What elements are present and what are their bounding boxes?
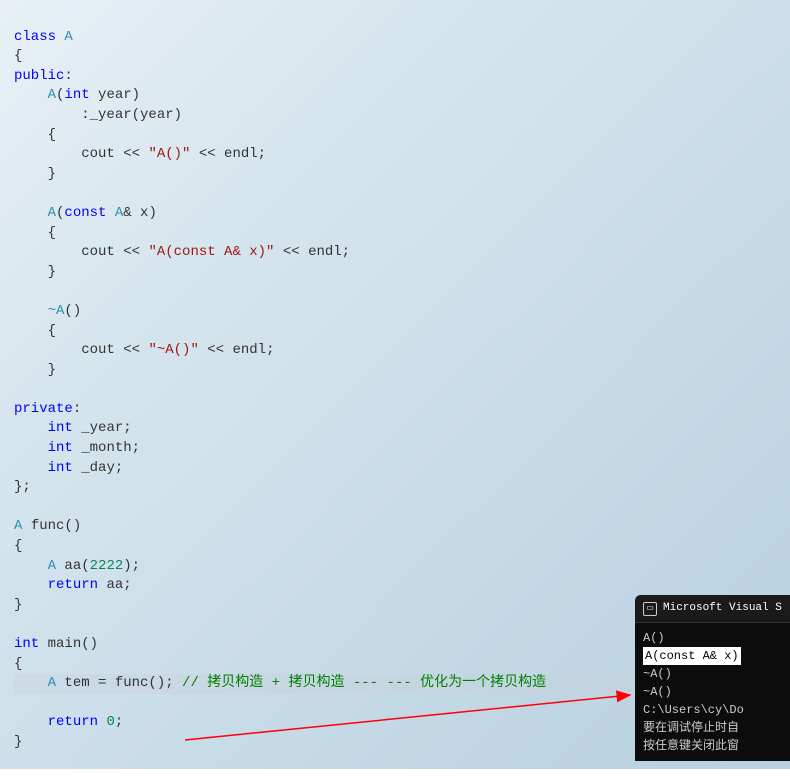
console-line: A(const A& x) [643,647,782,665]
code-line: } [14,264,56,280]
code-line: private: [14,401,81,417]
code-line: { [14,323,56,339]
code-line: A aa(2222); [14,558,140,574]
code-line: } [14,734,22,750]
code-line [14,185,22,201]
code-line: :_year(year) [14,107,182,123]
console-line: A() [643,629,782,647]
code-line: }; [14,479,31,495]
code-line: { [14,127,56,143]
code-line [14,616,22,632]
code-line [14,381,22,397]
code-line: { [14,48,22,64]
code-line: int _month; [14,440,140,456]
code-line: class A [14,29,73,45]
code-line: int main() [14,636,98,652]
console-title-text: Microsoft Visual S [663,601,782,616]
highlighted-line: A tem = func(); // 拷贝构造 + 拷贝构造 --- --- 优… [14,674,654,694]
console-line: 按任意键关闭此窗 [643,737,782,755]
code-line: int _year; [14,420,132,436]
console-output: A() A(const A& x) ~A() ~A() C:\Users\cy\… [635,623,790,761]
code-line [14,695,22,711]
code-line: { [14,656,22,672]
console-line: C:\Users\cy\Do [643,701,782,719]
code-line [14,283,22,299]
console-line: 要在调试停止时自 [643,719,782,737]
code-line: cout << "A()" << endl; [14,146,266,162]
code-line: ~A() [14,303,81,319]
console-line: ~A() [643,665,782,683]
code-line: } [14,166,56,182]
vs-icon: ▭ [643,602,657,616]
code-line: } [14,597,22,613]
console-window[interactable]: ▭ Microsoft Visual S A() A(const A& x) ~… [635,595,790,761]
code-line: A func() [14,518,81,534]
code-line: public: [14,68,73,84]
code-line: cout << "A(const A& x)" << endl; [14,244,350,260]
code-line: A(const A& x) [14,205,157,221]
console-line: ~A() [643,683,782,701]
code-line: cout << "~A()" << endl; [14,342,274,358]
code-line: } [14,362,56,378]
code-line: return aa; [14,577,132,593]
console-titlebar[interactable]: ▭ Microsoft Visual S [635,595,790,623]
code-line: return 0; [14,714,123,730]
code-line: { [14,538,22,554]
code-line: A(int year) [14,87,140,103]
code-line: int _day; [14,460,123,476]
code-line: { [14,225,56,241]
code-line [14,499,22,515]
